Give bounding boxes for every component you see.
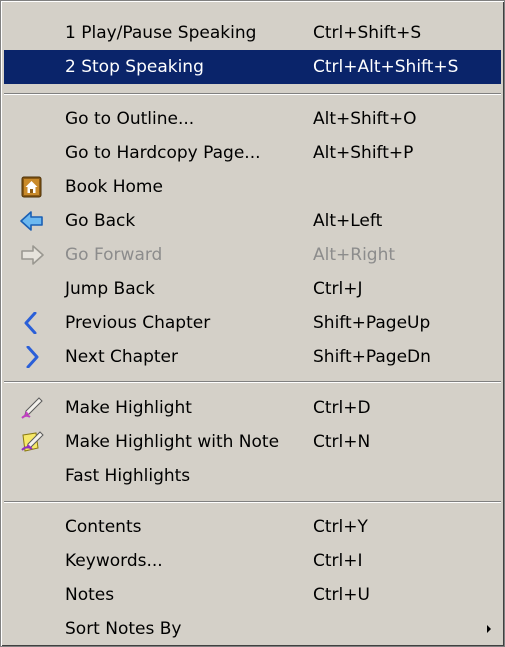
menu-item-label: Fast Highlights bbox=[65, 466, 191, 486]
menu-item-label: Go to Outline... bbox=[65, 109, 195, 129]
menu-item-book-home[interactable]: Book Home bbox=[4, 170, 501, 204]
menu-item-go-to-hardcopy-page[interactable]: Go to Hardcopy Page... Alt+Shift+P bbox=[4, 136, 501, 170]
menu-item-shortcut: Ctrl+N bbox=[313, 432, 371, 452]
menu-separator bbox=[4, 381, 501, 383]
menu-item-label: Make Highlight with Note bbox=[65, 432, 280, 452]
menu-item-make-highlight-with-note[interactable]: Make Highlight with Note Ctrl+N bbox=[4, 425, 501, 459]
book-home-icon bbox=[20, 176, 44, 198]
chevron-left-icon bbox=[20, 312, 44, 334]
menu-item-label: Go to Hardcopy Page... bbox=[65, 143, 261, 163]
menu-item-shortcut: Ctrl+I bbox=[313, 551, 363, 571]
highlighter-pen-icon bbox=[20, 397, 44, 419]
highlight-note-icon bbox=[20, 431, 44, 453]
menu-separator bbox=[4, 93, 501, 95]
menu-item-shortcut: Shift+PageUp bbox=[313, 313, 431, 333]
menu-item-shortcut: Ctrl+Y bbox=[313, 517, 368, 537]
menu-item-label: 1 Play/Pause Speaking bbox=[65, 23, 257, 43]
menu-item-sort-notes-by[interactable]: Sort Notes By bbox=[4, 612, 501, 646]
menu-item-label: Make Highlight bbox=[65, 398, 192, 418]
menu-item-shortcut: Alt+Left bbox=[313, 211, 383, 231]
menu-item-shortcut: Ctrl+U bbox=[313, 585, 370, 605]
forward-arrow-icon bbox=[20, 244, 44, 266]
menu-item-label: Notes bbox=[65, 585, 115, 605]
menu-item-previous-chapter[interactable]: Previous Chapter Shift+PageUp bbox=[4, 306, 501, 340]
menu-item-label: Book Home bbox=[65, 177, 163, 197]
menu-item-label: Go Back bbox=[65, 211, 136, 231]
menu-item-label: Go Forward bbox=[65, 245, 163, 265]
menu-item-play-pause-speaking[interactable]: 1 Play/Pause Speaking Ctrl+Shift+S bbox=[4, 16, 501, 50]
back-arrow-icon bbox=[20, 210, 44, 232]
menu-item-go-to-outline[interactable]: Go to Outline... Alt+Shift+O bbox=[4, 102, 501, 136]
menu-item-label: Jump Back bbox=[65, 279, 155, 299]
chevron-right-icon bbox=[20, 346, 44, 368]
menu-item-shortcut: Ctrl+D bbox=[313, 398, 371, 418]
menu-item-go-forward[interactable]: Go Forward Alt+Right bbox=[4, 238, 501, 272]
menu-item-jump-back[interactable]: Jump Back Ctrl+J bbox=[4, 272, 501, 306]
menu-item-label: Previous Chapter bbox=[65, 313, 211, 333]
menu-item-label: Contents bbox=[65, 517, 142, 537]
menu-item-shortcut: Alt+Shift+P bbox=[313, 143, 414, 163]
menu-item-label: Keywords... bbox=[65, 551, 163, 571]
menu-item-shortcut: Ctrl+J bbox=[313, 279, 363, 299]
menu-item-shortcut: Shift+PageDn bbox=[313, 347, 431, 367]
menu-item-label: Sort Notes By bbox=[65, 619, 182, 639]
menu-item-label: Next Chapter bbox=[65, 347, 178, 367]
menu-item-shortcut: Alt+Right bbox=[313, 245, 396, 265]
menu-item-notes[interactable]: Notes Ctrl+U bbox=[4, 578, 501, 612]
menu-item-shortcut: Ctrl+Shift+S bbox=[313, 23, 422, 43]
menu-item-label: 2 Stop Speaking bbox=[65, 57, 204, 77]
context-menu: 1 Play/Pause Speaking Ctrl+Shift+S 2 Sto… bbox=[0, 0, 505, 647]
menu-item-go-back[interactable]: Go Back Alt+Left bbox=[4, 204, 501, 238]
menu-item-fast-highlights[interactable]: Fast Highlights bbox=[4, 459, 501, 493]
menu-separator bbox=[4, 501, 501, 503]
menu-item-stop-speaking[interactable]: 2 Stop Speaking Ctrl+Alt+Shift+S bbox=[4, 50, 501, 84]
menu-item-make-highlight[interactable]: Make Highlight Ctrl+D bbox=[4, 391, 501, 425]
menu-item-keywords[interactable]: Keywords... Ctrl+I bbox=[4, 544, 501, 578]
menu-item-shortcut: Ctrl+Alt+Shift+S bbox=[313, 57, 459, 77]
submenu-arrow-icon bbox=[487, 625, 491, 633]
menu-item-contents[interactable]: Contents Ctrl+Y bbox=[4, 510, 501, 544]
menu-item-shortcut: Alt+Shift+O bbox=[313, 109, 417, 129]
menu-item-next-chapter[interactable]: Next Chapter Shift+PageDn bbox=[4, 340, 501, 374]
